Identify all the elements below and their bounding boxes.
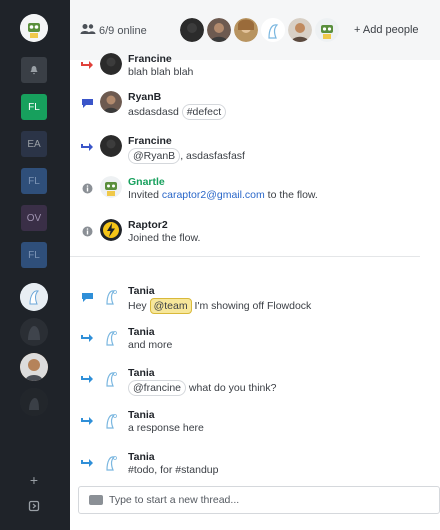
people-icon [80,23,96,38]
message-text: Invited caraptor2@gmail.com to the flow. [128,189,318,201]
message-author[interactable]: Tania [128,285,155,297]
reply-arrow-icon[interactable] [80,332,94,344]
message-text: @francine what do you think? [128,380,277,396]
message-author[interactable]: Francine [128,135,172,147]
avatar[interactable] [100,176,122,198]
avatar[interactable] [100,285,122,307]
composer-chat-icon [89,495,103,505]
mention-pill-highlighted[interactable]: @team [149,298,192,314]
flow-item-ea[interactable]: EA [21,131,47,157]
reply-arrow-icon[interactable] [80,373,94,385]
member-avatar-6[interactable] [315,18,339,42]
avatar[interactable] [100,91,122,113]
avatar[interactable] [100,451,122,473]
flow-item-fl-2[interactable]: FL [21,168,47,194]
mention-pill[interactable]: @francine [128,380,187,396]
avatar[interactable] [100,367,122,389]
message-item[interactable]: Tania Hey @team I'm showing off Flowdock [70,285,440,315]
message-item[interactable]: Tania and more [70,326,440,356]
message-item[interactable]: Tania a response here [70,409,440,439]
notifications-bell-icon[interactable] [21,57,47,83]
message-author[interactable]: Tania [128,326,155,338]
avatar[interactable] [100,409,122,431]
private-chat-avatar-tania[interactable] [20,283,48,311]
reply-arrow-icon[interactable] [80,457,94,469]
message-text: asdasdasd #defect [128,104,227,120]
online-count-label: 6/9 online [99,24,147,37]
online-count[interactable]: 6/9 online [80,23,147,38]
private-chat-avatar-3[interactable] [20,353,48,381]
message-item[interactable]: Francine @RyanB, asdasfasfasf [70,135,440,165]
message-text: Hey @team I'm showing off Flowdock [128,298,311,314]
message-text: and more [128,339,173,351]
message-text-part: Hey [128,300,150,312]
expand-icon[interactable] [26,499,42,515]
message-text-part: Invited [128,189,162,201]
message-author[interactable]: Tania [128,409,155,421]
message-item[interactable]: RyanB asdasdasd #defect [70,91,440,121]
message-text-part: what do you think? [186,382,277,394]
reply-arrow-icon[interactable] [80,141,94,153]
info-icon [80,182,94,194]
flow-header: 6/9 online + Add people [70,0,440,60]
tag-pill[interactable]: #defect [181,104,227,120]
member-avatar-1[interactable] [180,18,204,42]
message-text-part: to the flow. [264,189,318,201]
message-text: @RyanB, asdasfasfasf [128,148,245,164]
message-author[interactable]: Francine [128,53,172,65]
message-text: blah blah blah [128,66,194,78]
email-link[interactable]: caraptor2@gmail.com [162,189,265,201]
message-text: a response here [128,422,204,434]
message-text-part: I'm showing off Flowdock [191,300,312,312]
flow-sidebar: FL EA FL OV FL + [0,0,70,530]
thread-chat-icon[interactable] [80,291,94,303]
reply-arrow-icon[interactable] [80,59,94,71]
message-text: Joined the flow. [128,232,201,244]
private-chat-avatar-4[interactable] [20,388,48,416]
message-author[interactable]: Tania [128,367,155,379]
message-text-part: , asdasfasfasf [180,150,245,162]
add-people-button[interactable]: + Add people [354,24,419,36]
message-item[interactable]: Tania #todo, for #standup [70,451,440,477]
divider [70,256,420,257]
member-avatar-2[interactable] [207,18,231,42]
message-text: #todo, for #standup [128,464,219,476]
info-icon [80,225,94,237]
avatar[interactable] [100,135,122,157]
reply-arrow-icon[interactable] [80,415,94,427]
message-author[interactable]: RyanB [128,91,161,103]
member-avatar-5[interactable] [288,18,312,42]
message-author[interactable]: Gnartle [128,176,165,188]
mention-pill[interactable]: @RyanB [128,148,181,164]
avatar[interactable] [100,53,122,75]
avatar[interactable] [100,219,122,241]
private-chat-avatar-2[interactable] [20,318,48,346]
thread-chat-icon[interactable] [80,97,94,109]
message-item[interactable]: Tania @francine what do you think? [70,367,440,397]
flow-item-fl-3[interactable]: FL [21,242,47,268]
message-item[interactable]: Gnartle Invited caraptor2@gmail.com to t… [70,176,440,206]
flow-item-fl-1[interactable]: FL [21,94,47,120]
new-thread-composer[interactable] [78,486,440,514]
member-avatar-3[interactable] [234,18,258,42]
message-item[interactable]: Raptor2 Joined the flow. [70,219,440,249]
plus-icon[interactable]: + [26,472,42,488]
member-avatar-4[interactable] [261,18,285,42]
message-text-part: asdasdasd [128,106,179,118]
new-thread-input[interactable] [109,492,429,508]
flow-item-ov[interactable]: OV [21,205,47,231]
avatar[interactable] [100,326,122,348]
message-author[interactable]: Tania [128,451,155,463]
message-item[interactable]: Francine blah blah blah [70,53,440,81]
user-avatar[interactable] [20,14,48,42]
message-author[interactable]: Raptor2 [128,219,168,231]
